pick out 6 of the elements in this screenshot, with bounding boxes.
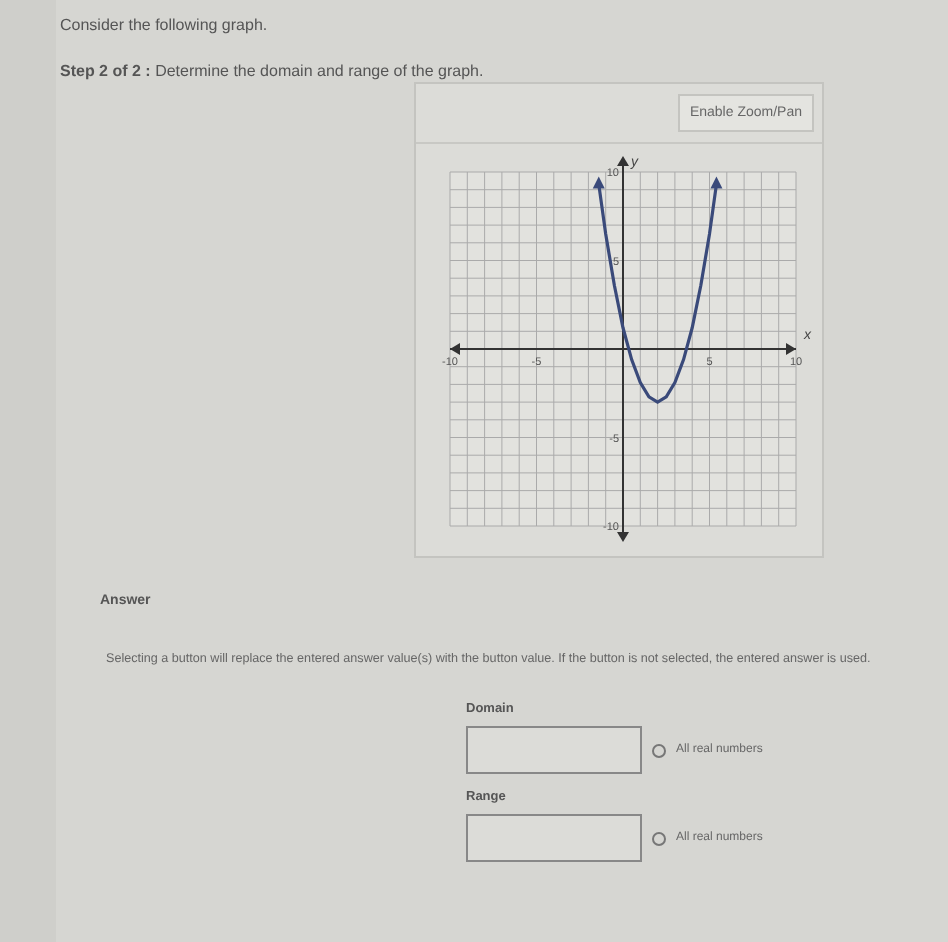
- radio-button[interactable]: [652, 831, 666, 845]
- intro-text: Consider the following graph.: [60, 16, 270, 34]
- radio-button[interactable]: [652, 743, 666, 757]
- step-instruction: Step 2 of 2 : Determine the domain and range of the graph.: [60, 62, 486, 80]
- input-field[interactable]: [466, 814, 642, 862]
- input-field[interactable]: [466, 726, 642, 774]
